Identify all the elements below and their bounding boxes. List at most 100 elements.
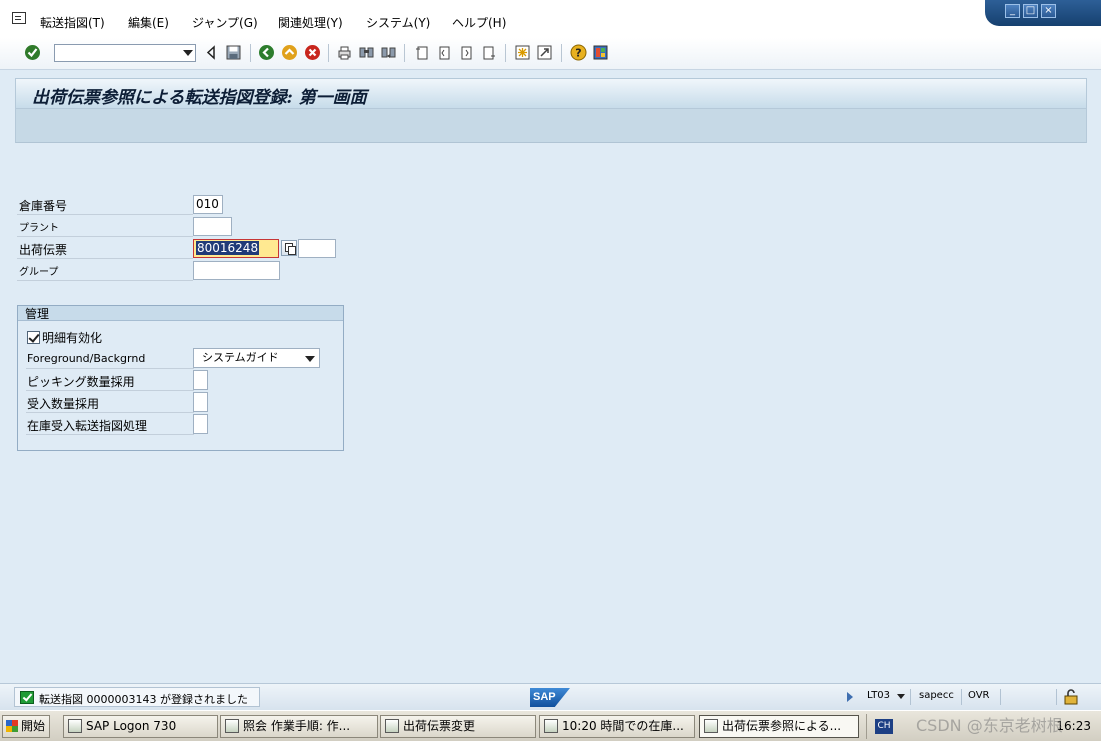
stock-receipt-to-label: 在庫受入転送指図処理 [27,419,148,433]
enter-icon[interactable] [24,44,41,61]
group-box-title: 管理 [25,307,50,321]
separator [328,44,329,62]
next-page-icon[interactable] [458,44,475,61]
delivery-item-input[interactable] [298,239,336,258]
server-name: sapecc [919,690,954,701]
menu-edit[interactable]: 編集(E) [128,0,169,38]
separator [561,44,562,62]
sap-window-icon [544,719,558,733]
new-session-icon[interactable] [514,44,531,61]
activate-items-checkbox[interactable] [27,331,40,344]
task-change-delivery[interactable]: 出荷伝票変更 [380,715,536,738]
label-underline [26,390,194,391]
system-menu-icon[interactable] [12,12,26,24]
standard-toolbar: ? [0,38,1101,70]
help-icon[interactable]: ? [570,44,587,61]
task-display-routing[interactable]: 照会 作業手順: 作... [220,715,378,738]
windows-logo-icon [6,720,18,732]
collapse-arrow-icon[interactable] [203,44,220,61]
menu-jump[interactable]: ジャンプ(G) [192,0,258,38]
minimize-button[interactable]: _ [1005,4,1020,18]
task-label: 出荷伝票参照による... [722,719,842,733]
separator [910,689,911,705]
close-button[interactable]: × [1041,4,1056,18]
back-icon[interactable] [258,44,275,61]
status-message-text: 転送指図 0000003143 が登録されました [39,693,248,706]
language-indicator[interactable]: CH [875,719,893,734]
delivery-input-value: 80016248 [196,241,260,255]
shortcut-icon[interactable] [536,44,553,61]
delivery-label: 出荷伝票 [19,243,68,257]
label-underline [17,258,193,259]
chevron-down-icon[interactable] [305,356,315,362]
task-stock-time[interactable]: 10:20 時間での在庫... [539,715,695,738]
chevron-down-icon[interactable] [183,50,193,56]
status-message[interactable]: 転送指図 0000003143 が登録されました [14,687,260,707]
screen-title-bar: 出荷伝票参照による転送指図登録: 第一画面 [15,78,1087,109]
exit-icon[interactable] [281,44,298,61]
watermark: CSDN @东京老树根 [916,716,1063,735]
group-label: グループ [19,267,59,278]
label-underline [26,434,194,435]
plant-input[interactable] [193,217,232,236]
chevron-down-icon[interactable] [897,694,905,699]
sap-logo: SAP [530,688,570,707]
menu-help[interactable]: ヘルプ(H) [452,0,506,38]
task-label: SAP Logon 730 [86,719,177,733]
separator [961,689,962,705]
label-underline [26,412,194,413]
activate-items-label: 明細有効化 [42,331,103,345]
save-icon[interactable] [225,44,242,61]
task-label: 10:20 時間での在庫... [562,719,684,733]
label-underline [26,368,194,369]
delivery-input[interactable]: 80016248 [193,239,279,258]
menu-bar: 転送指図(T) 編集(E) ジャンプ(G) 関連処理(Y) システム(Y) ヘル… [0,0,1101,38]
application-toolbar [15,109,1087,143]
label-underline [17,280,193,281]
sap-logon-icon [68,719,82,733]
lock-icon[interactable] [1064,689,1078,705]
last-page-icon[interactable] [480,44,497,61]
menu-system[interactable]: システム(Y) [366,0,430,38]
group-input[interactable] [193,261,280,280]
multiple-selection-icon[interactable] [281,240,297,256]
task-sap-logon[interactable]: SAP Logon 730 [63,715,218,738]
control-group-box: 管理 明細有効化 Foreground/Backgrnd システムガイド ピッキ… [17,305,344,451]
warehouse-number-input[interactable]: 010 [193,195,223,214]
separator [250,44,251,62]
find-icon[interactable] [358,44,375,61]
insert-mode: OVR [968,690,990,701]
stock-receipt-to-input[interactable] [193,414,208,434]
command-field[interactable] [54,44,196,62]
separator [404,44,405,62]
print-icon[interactable] [336,44,353,61]
receipt-qty-label: 受入数量採用 [27,397,100,411]
cancel-icon[interactable] [304,44,321,61]
status-toggle-icon[interactable] [845,691,855,703]
menu-transfer-order[interactable]: 転送指図(T) [40,0,105,38]
start-button[interactable]: 開始 [2,715,50,738]
label-underline [17,214,193,215]
sap-window-icon [385,719,399,733]
task-label: 照会 作業手順: 作... [243,719,351,733]
warehouse-number-label: 倉庫番号 [19,199,68,213]
layout-menu-icon[interactable] [592,44,609,61]
success-icon [20,691,34,704]
previous-page-icon[interactable] [436,44,453,61]
picking-qty-label: ピッキング数量採用 [27,375,135,389]
find-next-icon[interactable] [380,44,397,61]
foreground-background-dropdown[interactable]: システムガイド [193,348,320,368]
receipt-qty-input[interactable] [193,392,208,412]
picking-qty-input[interactable] [193,370,208,390]
status-bar: 転送指図 0000003143 が登録されました SAP LT03 sapecc… [0,683,1101,710]
first-page-icon[interactable] [414,44,431,61]
sap-window-icon [704,719,718,733]
separator [1056,689,1057,705]
transaction-code: LT03 [867,690,891,701]
start-label: 開始 [21,719,46,733]
restore-button[interactable]: □ [1023,4,1038,18]
task-create-to[interactable]: 出荷伝票参照による... [699,715,859,738]
foreground-background-label: Foreground/Backgrnd [27,352,146,365]
separator [1000,689,1001,705]
menu-related[interactable]: 関連処理(Y) [278,0,343,38]
